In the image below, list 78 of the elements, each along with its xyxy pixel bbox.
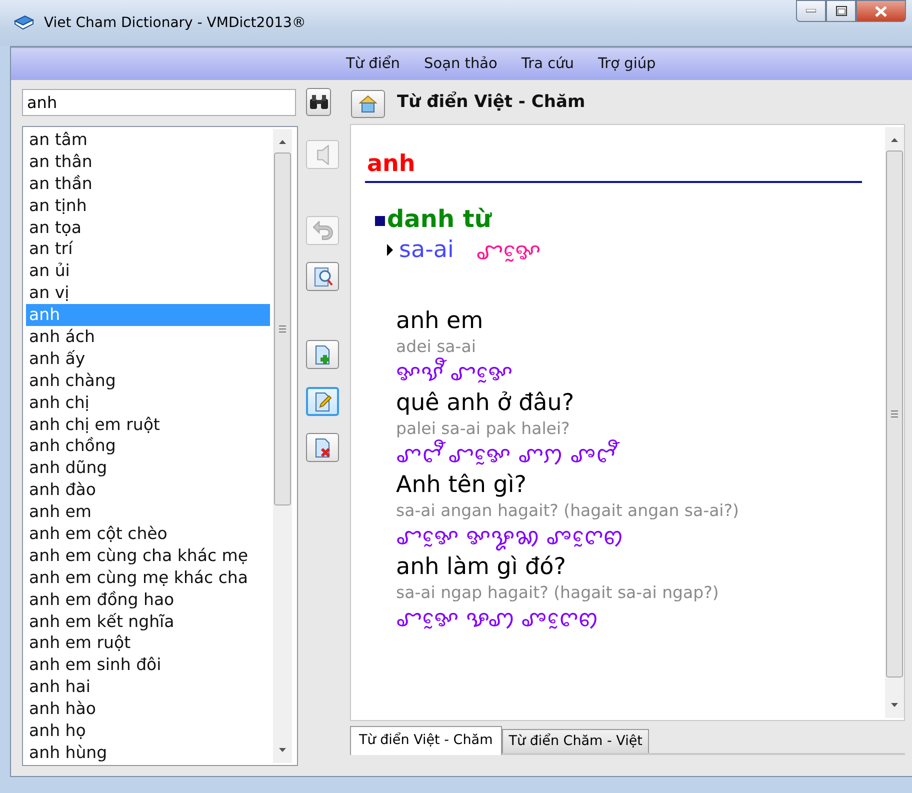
scrollbar[interactable] — [885, 127, 904, 718]
undo-icon — [312, 221, 332, 240]
tab[interactable]: Từ điển Chăm - Việt — [502, 729, 650, 753]
word-list-item[interactable]: anh chị em ruột — [26, 414, 270, 436]
window-title: Viet Cham Dictionary - VMDict2013® — [44, 15, 307, 31]
example-phrase: Anh tên gì? — [396, 471, 528, 499]
scrollbar[interactable] — [273, 129, 292, 763]
example-phrase: quê anh ở đâu? — [396, 389, 576, 417]
edit-button[interactable] — [306, 387, 339, 416]
document-edit-icon — [312, 392, 332, 412]
headword: anh — [365, 149, 862, 183]
example-phrase: anh làm gì đó? — [396, 553, 567, 581]
close-icon — [875, 6, 887, 16]
minimize-icon — [806, 9, 816, 13]
delete-button[interactable] — [306, 433, 339, 462]
search-field[interactable]: anh — [22, 88, 296, 116]
word-list-item[interactable]: anh chị — [26, 392, 270, 414]
example-cham-script: ꨀꨕꨬ ꨧꨀꨰ — [396, 359, 885, 389]
search-button[interactable] — [306, 88, 331, 116]
word-list-item[interactable]: an vị — [26, 282, 270, 304]
maximize-icon — [836, 6, 846, 16]
menu-item[interactable]: Tra cứu — [521, 54, 574, 74]
menu-item[interactable]: Soạn thảo — [424, 54, 498, 74]
word-list-item[interactable]: an tịnh — [26, 194, 270, 217]
word-list-item[interactable]: anh em đồng hao — [26, 588, 270, 611]
word-list-item[interactable]: anh chàng — [26, 370, 270, 392]
minimize-button[interactable] — [796, 0, 826, 22]
example-cham-script: ꨧꨀꨰ ꨀꨋꩆ ꨨꨈꨰꩅ — [396, 524, 624, 553]
menu-item[interactable]: Từ điển — [346, 54, 400, 74]
word-list-item[interactable]: anh em ruột — [26, 632, 270, 654]
word-list-item[interactable]: anh ấy — [26, 348, 270, 370]
cham-meaning: ꨧꨀꨰ — [476, 238, 541, 267]
book-icon — [14, 15, 34, 31]
word-list-item[interactable]: anh hào — [26, 698, 270, 720]
word-list-item[interactable]: anh ách — [26, 326, 270, 348]
document-add-icon — [312, 344, 332, 364]
maximize-button[interactable] — [826, 0, 856, 22]
word-list-item[interactable]: anh em kết nghĩa — [26, 610, 270, 632]
word-list-item[interactable]: anh em cùng mẹ khác cha — [26, 566, 270, 589]
example-transliteration: sa-ai angan hagait? (hagait angan sa-ai?) — [396, 500, 740, 522]
dictionary-title: Từ điển Việt - Chăm — [397, 92, 586, 112]
word-list-item[interactable]: anh em sinh đôi — [26, 654, 270, 676]
example-transliteration: sa-ai ngap hagait? (hagait sa-ai ngap?) — [396, 582, 720, 604]
word-list-item[interactable]: anh dũng — [26, 457, 270, 480]
speaker-icon — [316, 144, 328, 164]
word-list-item[interactable]: anh em — [26, 501, 270, 524]
word-list-item[interactable]: anh em cột chèo — [26, 523, 270, 545]
word-list-item[interactable]: an tọa — [26, 216, 270, 238]
example-phrase: anh em — [396, 307, 484, 335]
word-list-item[interactable]: an tâm — [26, 129, 270, 151]
word-list-item[interactable]: anh hùng — [26, 742, 270, 764]
square-bullet-icon — [375, 216, 385, 226]
binoculars-icon — [308, 94, 328, 110]
tab[interactable]: Từ điển Việt - Chăm — [350, 726, 502, 755]
word-list-item[interactable]: anh chồng — [26, 435, 270, 458]
document-delete-icon — [312, 438, 332, 458]
word-list-item[interactable]: anh hai — [26, 676, 270, 698]
part-of-speech: danh từ — [387, 205, 492, 233]
word-list-item[interactable]: an trí — [26, 238, 270, 260]
example-transliteration: palei sa-ai pak halei? — [396, 418, 571, 440]
add-button[interactable] — [306, 340, 339, 369]
document-search-icon — [312, 266, 332, 286]
word-list-item[interactable]: anh họ — [26, 720, 270, 742]
word-list-item[interactable]: anh đào — [26, 479, 270, 502]
close-button[interactable] — [856, 0, 906, 22]
home-button[interactable] — [351, 90, 385, 118]
lookup-button[interactable] — [306, 262, 339, 291]
word-list-item[interactable]: an thân — [26, 150, 270, 173]
example-transliteration: adei sa-ai — [396, 336, 477, 358]
example-cham-script: ꨧꨀꨰ ꨊꩇ ꨨꨈꨰꩅ — [396, 606, 599, 634]
example-cham-script: ꨚꨤꨬ ꨧꨀꨰ ꨚꩀ ꨨꨤꨬ — [396, 441, 885, 471]
triangle-bullet-icon — [387, 244, 393, 256]
word-list-item[interactable]: an ủi — [26, 260, 270, 282]
word-list-item[interactable]: anh em cùng cha khác mẹ — [26, 544, 270, 567]
house-icon — [358, 94, 378, 114]
word-list-item[interactable]: an thần — [26, 172, 270, 195]
menu-item[interactable]: Trợ giúp — [598, 54, 656, 74]
meaning: sa-ai — [399, 237, 454, 263]
